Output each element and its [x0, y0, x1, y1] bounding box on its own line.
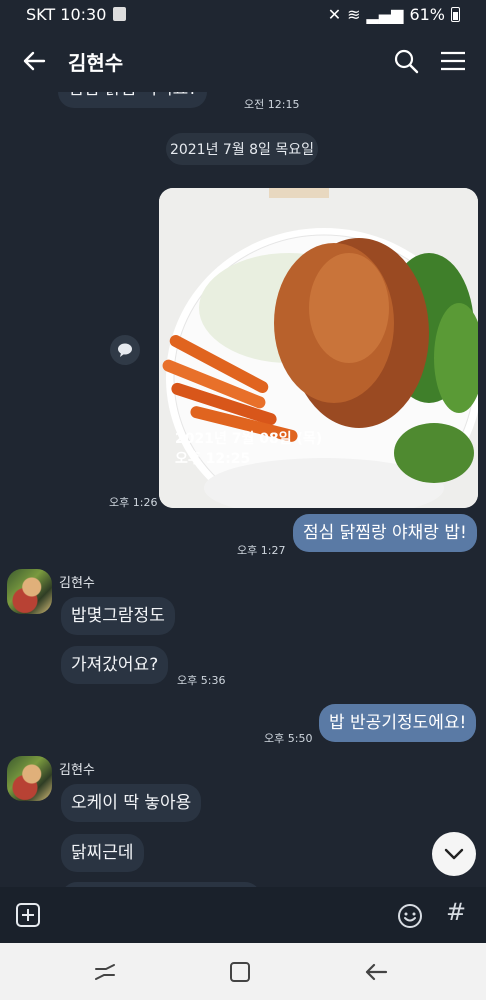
- message-time: 오후 1:26: [109, 496, 158, 509]
- status-bar: SKT 10:30 ✕ ≋ ▂▄▆ 61%: [0, 0, 486, 30]
- chat-area[interactable]: 점심 닭찜 먹어요? 오전 12:15 2021년 7월 8일 목요일: [0, 92, 486, 887]
- status-icons: ✕ ≋ ▂▄▆ 61%: [328, 5, 460, 24]
- home-icon[interactable]: [229, 961, 251, 983]
- message-bubble[interactable]: 점심 닭찜 먹어요?: [58, 92, 208, 108]
- message-bubble[interactable]: 밥몇그람정도: [61, 597, 175, 635]
- mute-icon: ✕: [327, 5, 342, 24]
- wifi-icon: ≋: [347, 5, 361, 24]
- photo-date-stamp: 2021년 7월 08일 (목): [175, 430, 322, 447]
- chat-header: 김현수: [0, 30, 486, 92]
- date-divider: 2021년 7월 8일 목요일: [166, 133, 318, 165]
- recent-apps-icon[interactable]: [92, 961, 118, 983]
- gallery-notification-icon: [113, 7, 126, 21]
- message-input-bar[interactable]: #: [0, 887, 486, 943]
- message-time: 오후 1:27: [237, 544, 286, 557]
- scroll-down-button[interactable]: [432, 832, 476, 876]
- message-bubble[interactable]: 밥 반공기정도에요!: [319, 704, 477, 742]
- chevron-down-icon: [444, 848, 464, 860]
- speech-bubble-icon: [118, 343, 132, 357]
- chat-title: 김현수: [68, 51, 124, 75]
- sender-name: 김현수: [59, 763, 95, 778]
- carrier-time: SKT 10:30: [26, 5, 107, 24]
- search-icon[interactable]: [393, 48, 419, 74]
- system-nav-bar: [0, 943, 486, 1000]
- food-photo-image: 2021년 7월 08일 (목) 오후 12:25: [159, 188, 478, 508]
- menu-icon[interactable]: [439, 50, 467, 72]
- avatar[interactable]: [7, 569, 52, 614]
- battery-icon: [451, 7, 460, 22]
- message-time: 오전 12:15: [244, 98, 300, 111]
- signal-icon: ▂▄▆: [366, 5, 404, 24]
- message-bubble[interactable]: 가져갔어요?: [61, 646, 169, 684]
- back-icon[interactable]: [364, 961, 388, 983]
- photo-message[interactable]: 2021년 7월 08일 (목) 오후 12:25: [159, 188, 478, 508]
- share-button[interactable]: [110, 335, 140, 365]
- emoji-icon[interactable]: [397, 903, 423, 929]
- message-bubble[interactable]: 점심 닭찜랑 야채랑 밥!: [293, 514, 477, 552]
- avatar[interactable]: [7, 756, 52, 801]
- message-bubble[interactable]: 닭찌근데: [61, 834, 144, 872]
- message-time: 오후 5:50: [264, 732, 313, 745]
- add-attachment-button[interactable]: [16, 903, 40, 927]
- message-bubble[interactable]: 오케이 딱 놓아용: [61, 784, 202, 822]
- battery-percent: 61%: [409, 5, 445, 24]
- photo-time-stamp: 오후 12:25: [175, 451, 250, 467]
- message-time: 오후 5:36: [177, 674, 226, 687]
- sender-name: 김현수: [59, 576, 95, 591]
- hashtag-button[interactable]: #: [446, 898, 466, 926]
- back-arrow-icon[interactable]: [20, 47, 48, 75]
